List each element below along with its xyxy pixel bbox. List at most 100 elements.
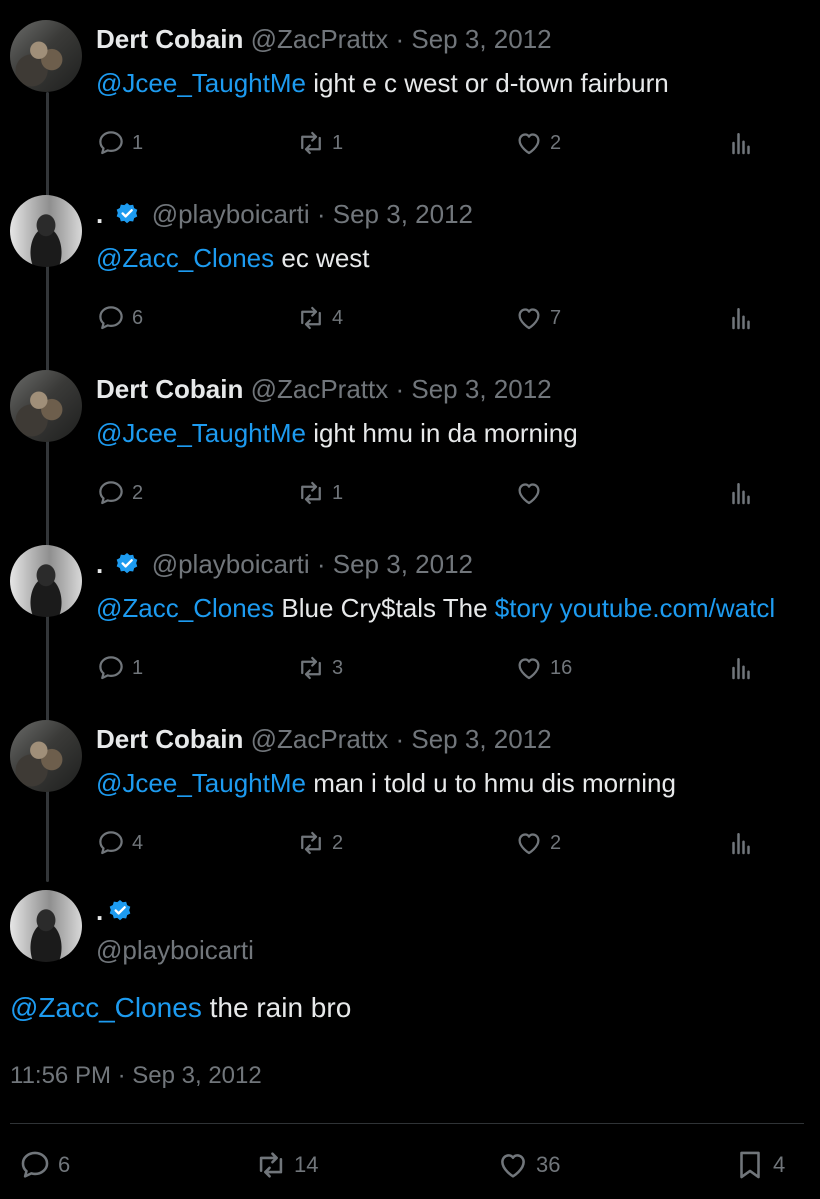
retweet-count: 1: [332, 481, 344, 504]
author-name[interactable]: .: [96, 549, 103, 579]
main-tweet-header: . @playboicarti: [96, 895, 254, 966]
views-button[interactable]: [726, 303, 762, 333]
like-button[interactable]: 2: [514, 828, 561, 858]
avatar[interactable]: [10, 20, 82, 92]
views-icon: [732, 833, 750, 855]
main-avatar[interactable]: [10, 890, 82, 962]
reply-count: 6: [132, 306, 144, 329]
reply-icon: [99, 481, 123, 505]
mention-link[interactable]: @Jcee_TaughtMe: [96, 68, 306, 98]
reply-button[interactable]: 1: [96, 653, 143, 683]
mention-link[interactable]: @Zacc_Clones: [96, 243, 274, 273]
like-button[interactable]: 16: [514, 653, 572, 683]
heart-icon: [518, 308, 540, 330]
tweet-date[interactable]: Sep 3, 2012: [411, 24, 551, 54]
thread-tweet[interactable]: Dert Cobain @ZacPrattx · Sep 3, 2012 @Jc…: [0, 366, 820, 541]
separator-dot: ·: [395, 24, 405, 54]
thread-tweet[interactable]: . @playboicarti · Sep 3, 2012 @Zacc_Clon…: [0, 541, 820, 716]
reply-icon: [99, 131, 123, 155]
separator-dot: ·: [395, 374, 405, 404]
mention-link[interactable]: @Zacc_Clones: [10, 992, 202, 1023]
avatar[interactable]: [10, 720, 82, 792]
heart-icon: [518, 658, 540, 680]
retweet-button[interactable]: 1: [296, 128, 343, 158]
author-name[interactable]: Dert Cobain: [96, 374, 243, 404]
reply-button[interactable]: 6: [18, 1148, 70, 1182]
retweet-button[interactable]: 1: [296, 478, 343, 508]
author-handle[interactable]: @playboicarti: [152, 549, 310, 579]
retweet-icon: [259, 1152, 283, 1178]
tweet-text: @Zacc_Clones Blue Cry$tals The $tory you…: [96, 593, 810, 624]
like-button[interactable]: [514, 478, 550, 508]
thread-tweet[interactable]: Dert Cobain @ZacPrattx · Sep 3, 2012 @Jc…: [0, 716, 820, 891]
avatar[interactable]: [10, 370, 82, 442]
views-button[interactable]: [726, 128, 762, 158]
main-author-handle[interactable]: @playboicarti: [96, 935, 254, 966]
tweet-text: @Jcee_TaughtMe man i told u to hmu dis m…: [96, 768, 676, 799]
retweet-icon: [301, 306, 321, 330]
mention-link[interactable]: @Jcee_TaughtMe: [96, 768, 306, 798]
bookmark-button[interactable]: 4: [733, 1148, 785, 1182]
author-handle[interactable]: @playboicarti: [152, 199, 310, 229]
heart-icon: [518, 133, 540, 155]
like-count: 2: [550, 831, 562, 854]
main-tweet-body: the rain bro: [201, 992, 352, 1023]
like-button[interactable]: 36: [496, 1148, 560, 1182]
thread-tweet[interactable]: . @playboicarti · Sep 3, 2012 @Zacc_Clon…: [0, 191, 820, 366]
author-name[interactable]: .: [96, 199, 103, 229]
reply-button[interactable]: 1: [96, 128, 143, 158]
main-author-row: .: [96, 895, 254, 927]
reply-button[interactable]: 6: [96, 303, 143, 333]
reply-count: 4: [132, 831, 144, 854]
retweet-button[interactable]: 14: [254, 1148, 318, 1182]
reply-icon: [99, 656, 123, 680]
tweet-date[interactable]: Sep 3, 2012: [333, 549, 473, 579]
tweet-date[interactable]: Sep 3, 2012: [411, 724, 551, 754]
author-name[interactable]: Dert Cobain: [96, 724, 243, 754]
mention-link[interactable]: @Zacc_Clones: [96, 593, 274, 623]
reply-button[interactable]: 4: [96, 828, 143, 858]
tweet-text: @Zacc_Clones ec west: [96, 243, 370, 274]
retweet-count: 14: [294, 1152, 319, 1177]
mention-link[interactable]: @Jcee_TaughtMe: [96, 418, 306, 448]
avatar[interactable]: [10, 545, 82, 617]
heart-icon: [518, 833, 540, 855]
external-link[interactable]: $tory youtube.com/watcl: [495, 593, 775, 623]
tweet-date[interactable]: Sep 3, 2012: [411, 374, 551, 404]
verified-badge-icon: [117, 552, 138, 574]
retweet-button[interactable]: 4: [296, 303, 343, 333]
author-handle[interactable]: @ZacPrattx: [251, 724, 389, 754]
author-handle[interactable]: @ZacPrattx: [251, 24, 389, 54]
tweet-header: Dert Cobain @ZacPrattx · Sep 3, 2012: [96, 24, 552, 55]
tweet-header: . @playboicarti · Sep 3, 2012: [96, 549, 473, 580]
heart-icon: [501, 1154, 525, 1178]
verified-badge-icon: [117, 202, 138, 224]
retweet-icon: [301, 481, 321, 505]
author-handle[interactable]: @ZacPrattx: [251, 374, 389, 404]
like-count: 36: [536, 1152, 561, 1177]
tweet-header: Dert Cobain @ZacPrattx · Sep 3, 2012: [96, 724, 552, 755]
main-tweet-timestamp[interactable]: 11:56 PM · Sep 3, 2012: [10, 1062, 262, 1090]
tweet-body: man i told u to hmu dis morning: [305, 768, 676, 798]
retweet-button[interactable]: 3: [296, 653, 343, 683]
like-count: 7: [550, 306, 562, 329]
tweet-text: @Jcee_TaughtMe ight e c west or d-town f…: [96, 68, 669, 99]
views-button[interactable]: [726, 653, 762, 683]
retweet-icon: [301, 656, 321, 680]
author-name[interactable]: Dert Cobain: [96, 24, 243, 54]
like-button[interactable]: 2: [514, 128, 561, 158]
retweet-icon: [301, 131, 321, 155]
main-author-name[interactable]: .: [96, 896, 103, 927]
views-button[interactable]: [726, 828, 762, 858]
like-button[interactable]: 7: [514, 303, 561, 333]
bookmark-count: 4: [773, 1152, 786, 1177]
tweet-header: . @playboicarti · Sep 3, 2012: [96, 199, 473, 230]
main-tweet-text: @Zacc_Clones the rain bro: [10, 992, 351, 1024]
tweet-actions: 6 4 7: [96, 303, 776, 339]
reply-button[interactable]: 2: [96, 478, 143, 508]
avatar[interactable]: [10, 195, 82, 267]
views-button[interactable]: [726, 478, 762, 508]
retweet-button[interactable]: 2: [296, 828, 343, 858]
tweet-date[interactable]: Sep 3, 2012: [333, 199, 473, 229]
thread-tweet[interactable]: Dert Cobain @ZacPrattx · Sep 3, 2012 @Jc…: [0, 16, 820, 191]
